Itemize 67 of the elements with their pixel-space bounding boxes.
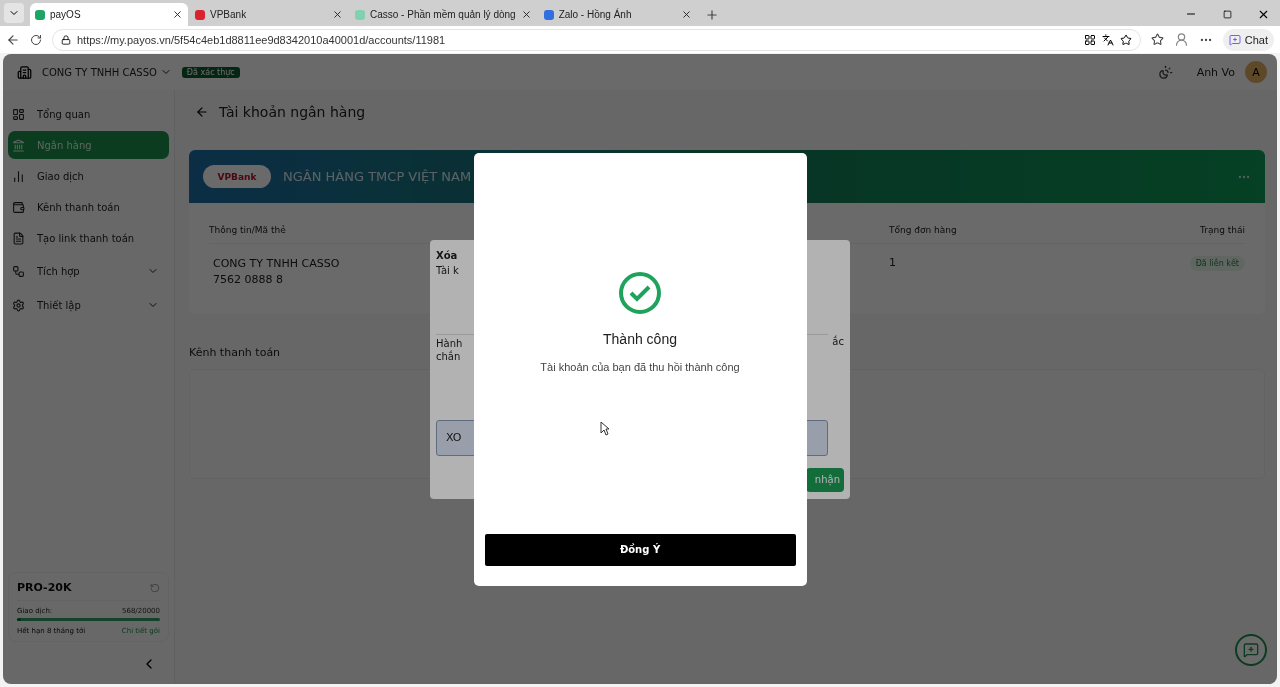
address-bar[interactable]: https://my.payos.vn/5f54c4eb1d8811ee9d8342010a40001d/accounts/11981 (52, 28, 1141, 51)
new-tab-button[interactable] (704, 8, 719, 22)
dialog-title: Xóa (436, 249, 458, 261)
page-title: Tài khoản ngân hàng (219, 104, 366, 120)
nav-icon (12, 107, 25, 121)
nav-icon (12, 231, 25, 245)
browser-tab[interactable]: VPBank (190, 3, 348, 26)
close-icon[interactable] (680, 9, 692, 20)
chat-icon (1243, 642, 1259, 658)
close-icon[interactable] (520, 9, 532, 20)
sidebar-item[interactable]: Ngân hàng (8, 131, 169, 159)
plan-name: PRO-20K (17, 581, 72, 594)
building-icon (17, 64, 32, 80)
warning-text: ắc (832, 335, 844, 347)
warning-text: Hành (436, 337, 463, 349)
company-selector[interactable]: CONG TY TNHH CASSO (42, 66, 172, 78)
verified-badge: Đã xác thực (181, 66, 240, 78)
bank-logo: VPBank (203, 165, 271, 188)
chat-fab-button[interactable] (1235, 634, 1267, 666)
account-holder: CONG TY TNHH CASSO (213, 256, 340, 272)
sidebar-item[interactable]: Tổng quan (8, 100, 169, 128)
nav-icon (12, 169, 25, 183)
favorites-button[interactable] (1150, 33, 1164, 46)
success-check-icon (618, 270, 662, 315)
reload-button[interactable] (30, 33, 42, 46)
success-title: Thành công (603, 330, 677, 347)
back-button[interactable] (6, 32, 20, 47)
nav-icon (12, 138, 25, 152)
mouse-cursor-icon (599, 420, 610, 436)
back-arrow-icon[interactable] (195, 105, 209, 119)
account-number: 7562 0888 8 (213, 272, 283, 288)
tab-list-button[interactable] (4, 3, 24, 23)
agree-button[interactable]: Đồng Ý (484, 533, 796, 566)
browser-tab[interactable]: Casso - Phần mềm quản lý dòng (350, 3, 537, 26)
column-header: Tổng đơn hàng (889, 203, 1179, 244)
bank-name: NGÂN HÀNG TMCP VIỆT NAM (283, 169, 473, 184)
nav-icon (12, 298, 25, 312)
browser-tab[interactable]: payOS (30, 3, 188, 26)
nav-icon (12, 200, 25, 214)
confirm-button[interactable]: nhận (806, 467, 844, 492)
close-icon[interactable] (172, 9, 183, 20)
user-name: Anh Vo (1196, 65, 1235, 79)
chat-icon (1228, 33, 1241, 46)
success-message: Tài khoản của bạn đã thu hồi thành công (540, 360, 740, 373)
profile-button[interactable] (1173, 32, 1189, 47)
translate-icon[interactable] (1101, 33, 1114, 46)
warning-text: chắn (436, 350, 461, 362)
restore-icon (1222, 9, 1232, 19)
lock-icon (61, 34, 71, 45)
theme-toggle-button[interactable] (1157, 64, 1173, 80)
sidebar-item[interactable]: Tích hợp (8, 257, 169, 285)
status-badge: Đã liên kết (1189, 256, 1245, 271)
user-avatar[interactable]: A (1245, 61, 1267, 83)
close-icon[interactable] (332, 9, 343, 20)
browser-tab[interactable]: Zalo - Hồng Ánh (538, 3, 697, 26)
apps-icon[interactable] (1083, 33, 1096, 46)
sidebar-item[interactable]: Tạo link thanh toán (8, 224, 169, 252)
nav-icon (12, 264, 25, 278)
dialog-text: Tài k (436, 264, 459, 276)
column-header: Trạng thái (1179, 203, 1245, 244)
chat-button[interactable]: Chat (1222, 28, 1274, 51)
table-cell-text: 1 (889, 255, 897, 271)
sidebar-item[interactable]: Kênh thanh toán (8, 193, 169, 221)
star-icon[interactable] (1119, 33, 1132, 46)
sidebar-item[interactable]: Giao dịch (8, 162, 169, 190)
sidebar-item[interactable]: Thiết lập (8, 291, 169, 319)
section-title: Kênh thanh toán (189, 346, 281, 359)
